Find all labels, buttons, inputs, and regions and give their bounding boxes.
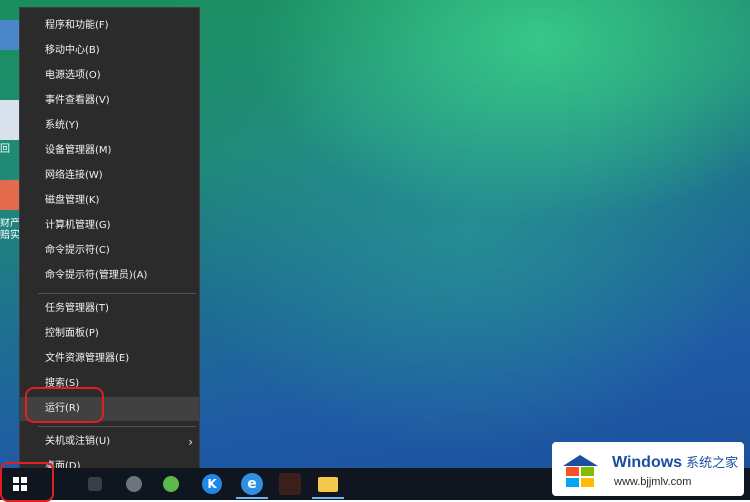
green-app-icon[interactable]: [163, 476, 179, 492]
windows-logo-icon: [563, 455, 598, 487]
menu-item-shutdown-signout[interactable]: 关机或注销(U) ›: [20, 430, 199, 454]
menu-item-programs-features[interactable]: 程序和功能(F): [20, 14, 199, 38]
desktop-icon-label: 回: [0, 144, 10, 155]
menu-item-control-panel[interactable]: 控制面板(P): [20, 322, 199, 346]
active-indicator: [236, 497, 268, 499]
menu-separator: [38, 426, 196, 427]
active-indicator: [312, 497, 344, 499]
menu-item-label: 关机或注销(U): [45, 436, 111, 447]
menu-item-network-connections[interactable]: 网络连接(W): [20, 164, 199, 188]
menu-item-command-prompt-admin[interactable]: 命令提示符(管理员)(A): [20, 264, 199, 288]
watermark-title-en: Windows: [612, 454, 683, 471]
annotation-circle-start: [0, 462, 54, 502]
menu-item-task-manager[interactable]: 任务管理器(T): [20, 297, 199, 321]
chevron-right-icon: ›: [188, 435, 193, 449]
desktop-icon[interactable]: [0, 100, 20, 140]
menu-item-mobility-center[interactable]: 移动中心(B): [20, 39, 199, 63]
menu-separator: [38, 293, 196, 294]
image-app-icon[interactable]: [279, 473, 301, 495]
desktop-icon-label: 财产 赔实: [0, 218, 20, 241]
annotation-circle-run: [25, 387, 104, 423]
watermark-url: www.bjjmlv.com: [614, 476, 692, 488]
menu-item-event-viewer[interactable]: 事件查看器(V): [20, 89, 199, 113]
menu-item-computer-management[interactable]: 计算机管理(G): [20, 214, 199, 238]
menu-item-device-manager[interactable]: 设备管理器(M): [20, 139, 199, 163]
ie-browser-icon[interactable]: e: [241, 473, 263, 495]
menu-item-file-explorer[interactable]: 文件资源管理器(E): [20, 347, 199, 371]
desktop-icon[interactable]: [0, 20, 20, 50]
k-app-icon[interactable]: K: [202, 474, 222, 494]
menu-item-disk-management[interactable]: 磁盘管理(K): [20, 189, 199, 213]
app-icon[interactable]: [126, 476, 142, 492]
watermark-title: Windows 系统之家: [612, 452, 738, 472]
task-view-icon[interactable]: [88, 477, 102, 491]
watermark-title-cn: 系统之家: [686, 455, 739, 470]
file-explorer-icon[interactable]: [318, 477, 338, 492]
watermark-badge: Windows 系统之家 www.bjjmlv.com: [552, 442, 744, 496]
menu-item-command-prompt[interactable]: 命令提示符(C): [20, 239, 199, 263]
menu-item-power-options[interactable]: 电源选项(O): [20, 64, 199, 88]
desktop-icon[interactable]: [0, 180, 20, 210]
menu-item-system[interactable]: 系统(Y): [20, 114, 199, 138]
